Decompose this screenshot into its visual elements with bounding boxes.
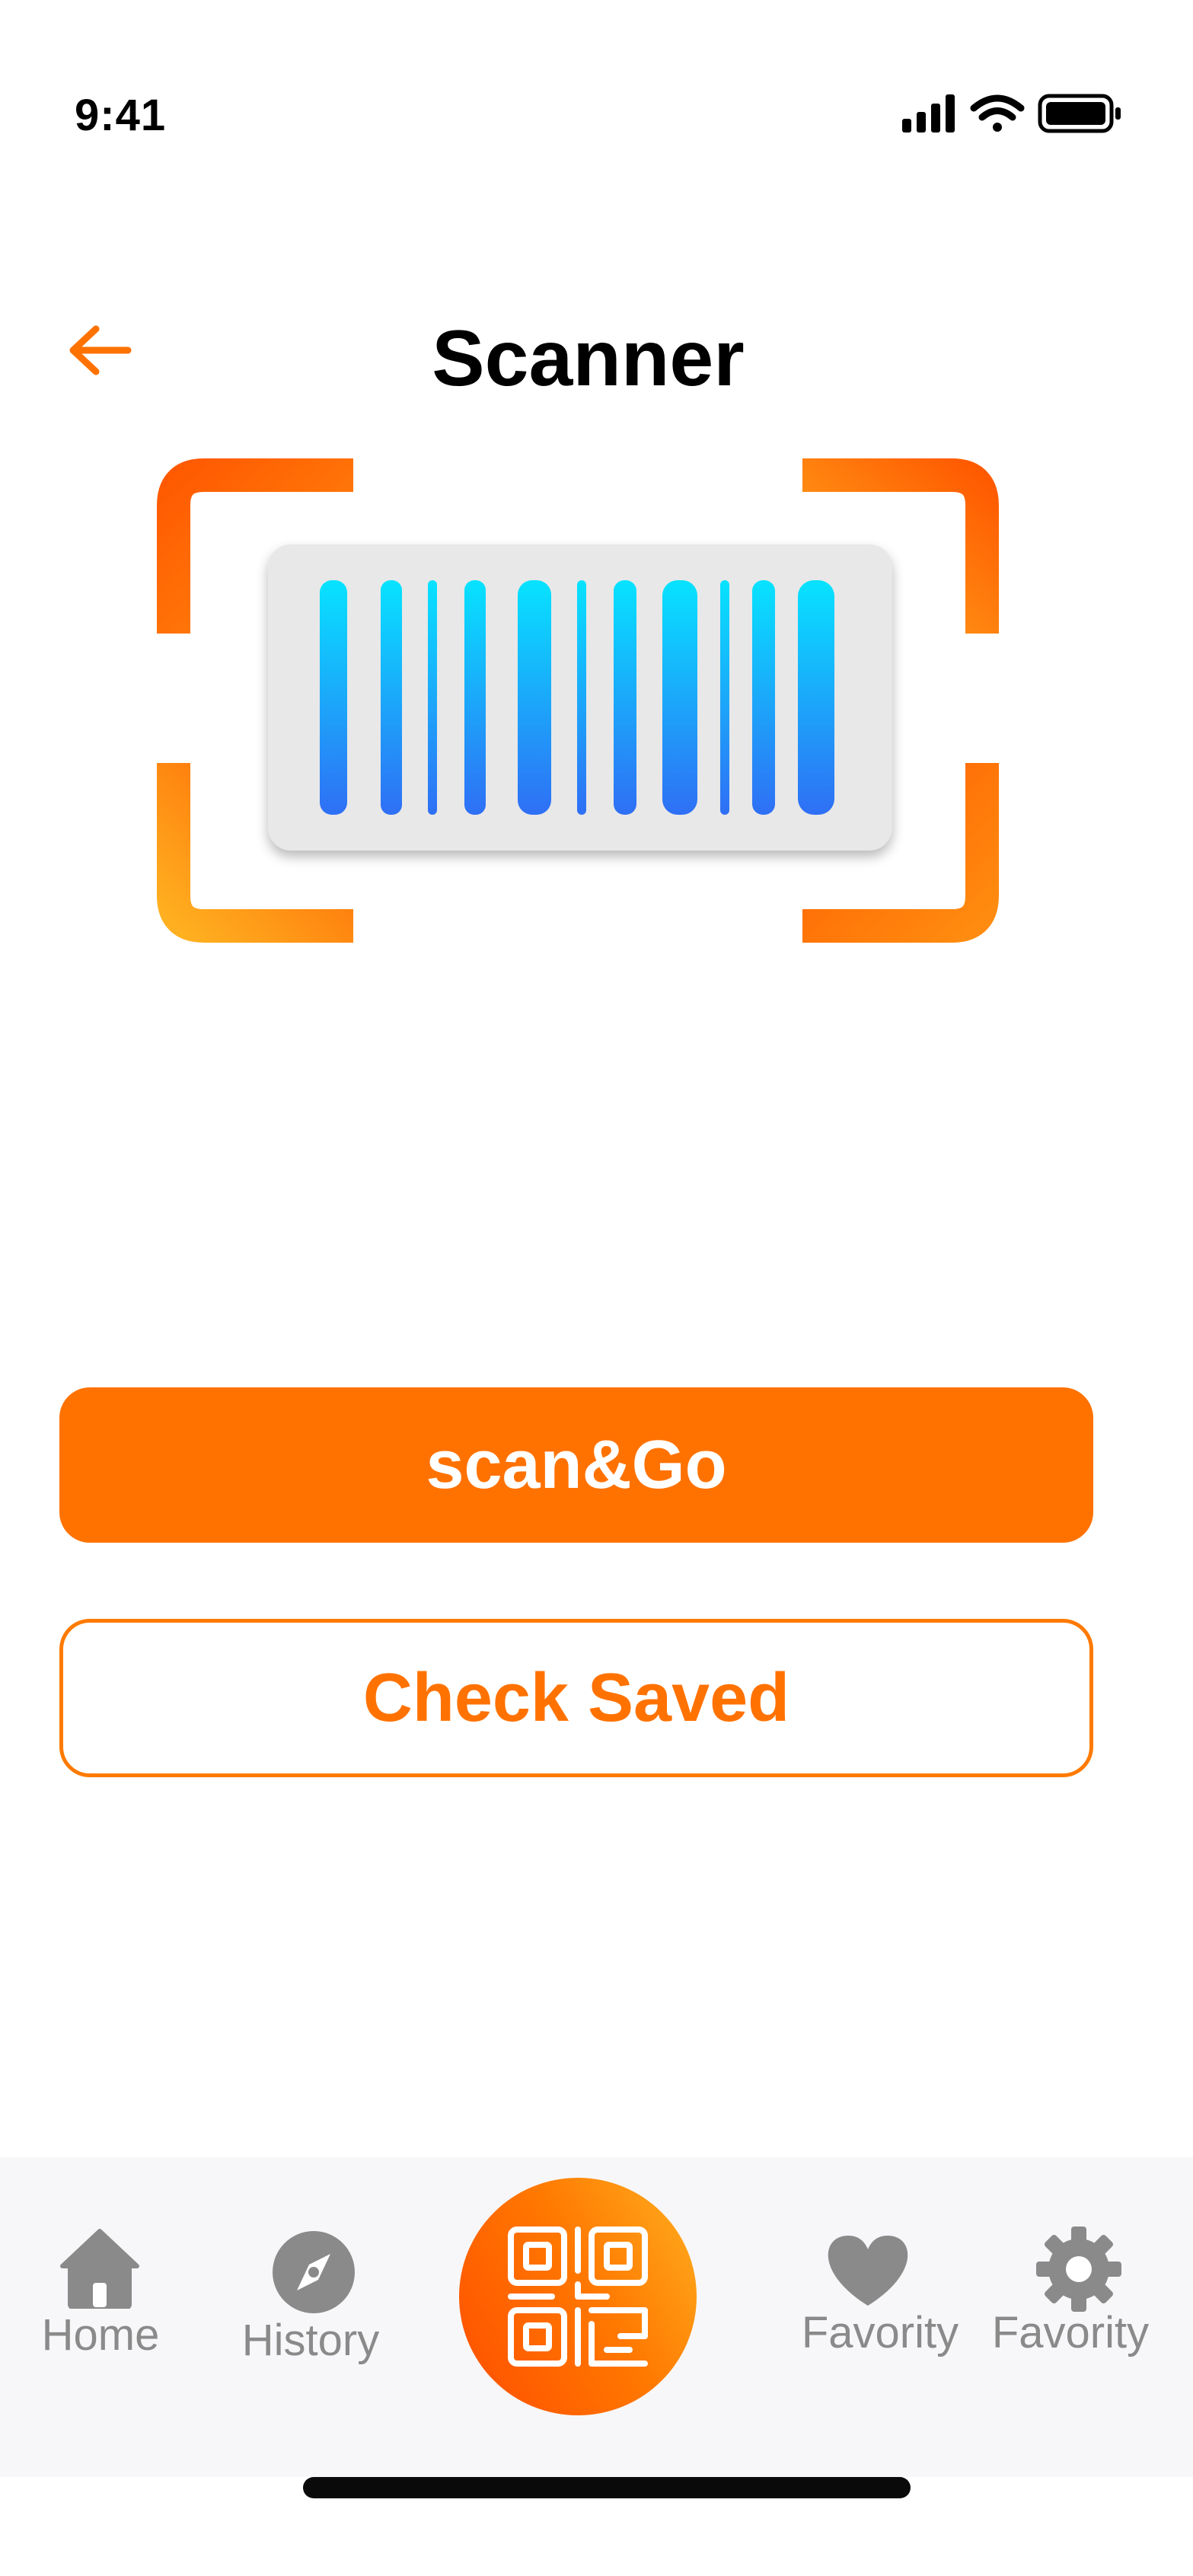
check-saved-button[interactable]: Check Saved <box>59 1619 1093 1777</box>
status-icons <box>898 91 1127 137</box>
tab-history[interactable]: History <box>206 2208 419 2399</box>
home-icon <box>60 2229 139 2309</box>
barcode-image <box>268 544 892 851</box>
tab-history-label: History <box>241 2316 380 2365</box>
tab-settings[interactable]: Favority <box>982 2208 1172 2399</box>
home-indicator <box>303 2477 911 2498</box>
wifi-icon <box>970 94 1025 132</box>
tab-home[interactable]: Home <box>0 2208 198 2399</box>
signal-icon <box>902 94 955 132</box>
status-time: 9:41 <box>75 91 167 140</box>
qr-code-icon <box>508 2226 648 2367</box>
scan-tab-button[interactable] <box>459 2178 697 2415</box>
gear-icon <box>1036 2226 1121 2312</box>
tab-favorites[interactable]: Favority <box>784 2208 974 2399</box>
battery-icon <box>1038 94 1121 133</box>
tab-settings-label: Favority <box>991 2308 1150 2357</box>
tab-favorites-label: Favority <box>801 2308 959 2357</box>
compass-icon <box>273 2231 355 2313</box>
scanner-screen: 9:41 Scanner scan&Go Check Saved Home Hi… <box>0 0 1193 2576</box>
tab-home-label: Home <box>41 2310 160 2360</box>
page-title: Scanner <box>432 314 745 403</box>
heart-icon <box>828 2236 908 2306</box>
scan-and-go-button[interactable]: scan&Go <box>59 1387 1093 1543</box>
